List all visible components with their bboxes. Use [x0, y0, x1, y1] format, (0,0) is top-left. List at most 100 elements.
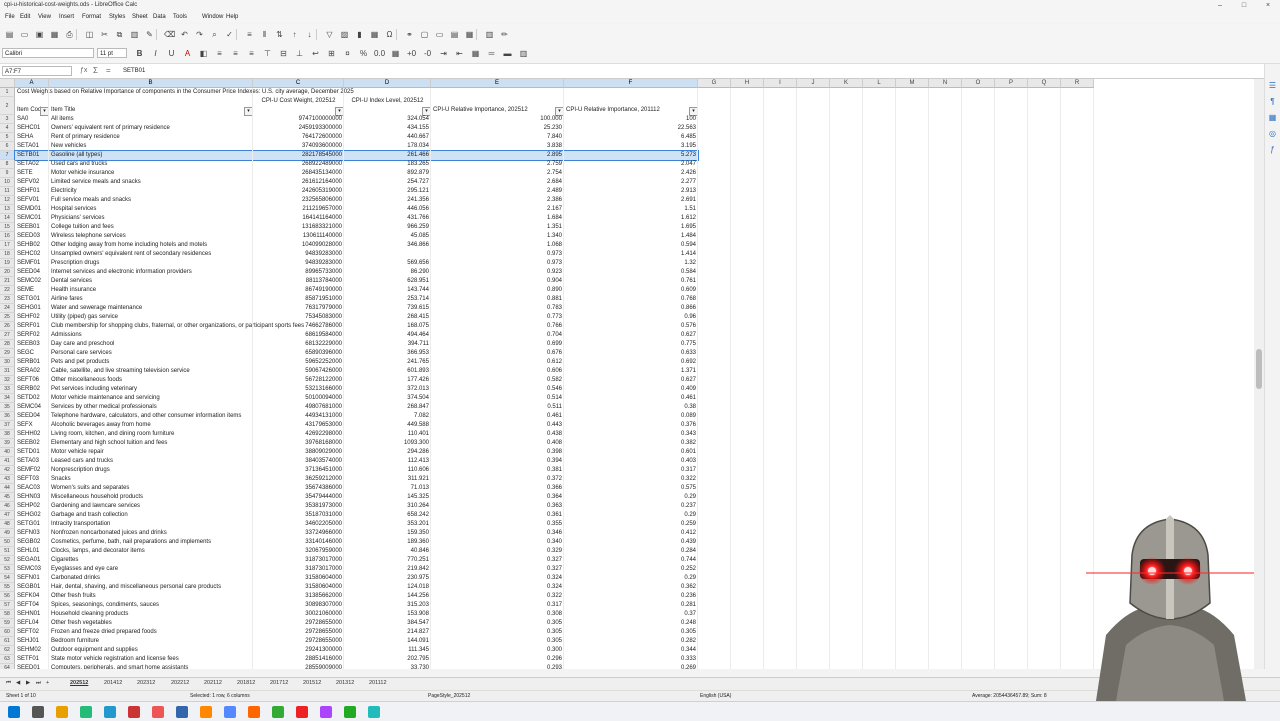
row-icon[interactable]: ≡ — [244, 29, 255, 40]
data-cell[interactable]: Unsampled owners' equivalent rent of sec… — [49, 250, 253, 259]
data-cell[interactable]: 0.744 — [564, 556, 698, 565]
data-cell[interactable]: Cigarettes — [49, 556, 253, 565]
data-cell[interactable]: 45.085 — [344, 232, 431, 241]
sheet-tab-201712[interactable]: 201712 — [270, 680, 288, 686]
row-header[interactable]: 7 — [0, 151, 15, 160]
data-cell[interactable]: 311.921 — [344, 475, 431, 484]
functions-icon[interactable]: ƒ — [1267, 144, 1278, 155]
data-cell[interactable]: Nonfrozen noncarbonated juices and drink… — [49, 529, 253, 538]
data-cell[interactable]: SEHC02 — [15, 250, 49, 259]
app-icon[interactable] — [320, 706, 332, 718]
data-cell[interactable]: Other miscellaneous foods — [49, 376, 253, 385]
data-cell[interactable]: 0.37 — [564, 610, 698, 619]
menu-sheet[interactable]: Sheet — [132, 14, 148, 20]
data-cell[interactable]: 282178545000 — [253, 151, 344, 160]
data-cell[interactable]: 346.866 — [344, 241, 431, 250]
data-cell[interactable]: 268.847 — [344, 403, 431, 412]
data-cell[interactable]: SEEB02 — [15, 439, 49, 448]
data-cell[interactable]: 2.759 — [431, 160, 564, 169]
data-cell[interactable]: 0.327 — [431, 556, 564, 565]
data-cell[interactable]: 32067959000 — [253, 547, 344, 556]
data-cell[interactable]: SETG01 — [15, 520, 49, 529]
data-cell[interactable]: Intracity transportation — [49, 520, 253, 529]
pivot-icon[interactable]: ▦ — [369, 29, 380, 40]
data-cell[interactable]: State motor vehicle registration and lic… — [49, 655, 253, 664]
data-cell[interactable]: 76317979000 — [253, 304, 344, 313]
data-cell[interactable]: SEEB01 — [15, 223, 49, 232]
data-cell[interactable]: SERA02 — [15, 367, 49, 376]
brave-icon[interactable] — [176, 706, 188, 718]
data-cell[interactable]: SEHC01 — [15, 124, 49, 133]
row-header[interactable]: 34 — [0, 394, 15, 403]
data-cell[interactable]: 268.415 — [344, 313, 431, 322]
row-header[interactable]: 3 — [0, 115, 15, 124]
data-cell[interactable]: SEFT04 — [15, 601, 49, 610]
data-cell[interactable]: 0.305 — [564, 628, 698, 637]
data-cell[interactable]: Motor vehicle maintenance and servicing — [49, 394, 253, 403]
data-cell[interactable]: 33140146000 — [253, 538, 344, 547]
data-cell[interactable]: 2.277 — [564, 178, 698, 187]
data-cell[interactable]: Pets and pet products — [49, 358, 253, 367]
spreadsheet-grid[interactable]: A B C D E F G H I J K L M N O P Q R 1 Cost Weights based on… — [0, 79, 1254, 669]
data-cell[interactable]: New vehicles — [49, 142, 253, 151]
sheet-tab-201512[interactable]: 201512 — [303, 680, 321, 686]
menu-data[interactable]: Data — [153, 14, 166, 20]
data-cell[interactable]: 494.464 — [344, 331, 431, 340]
data-cell[interactable]: 1.414 — [564, 250, 698, 259]
data-cell[interactable]: Pet services including veterinary — [49, 385, 253, 394]
row-header[interactable]: 41 — [0, 457, 15, 466]
row-header[interactable]: 47 — [0, 511, 15, 520]
menu-help[interactable]: Help — [226, 14, 238, 20]
column-header-j[interactable]: J — [797, 79, 830, 88]
data-cell[interactable]: Club membership for shopping clubs, frat… — [49, 322, 304, 331]
row-header[interactable]: 43 — [0, 475, 15, 484]
sheet-tab-201112[interactable]: 201112 — [369, 680, 387, 686]
data-cell[interactable]: Cosmetics, perfume, bath, nail preparati… — [49, 538, 253, 547]
data-cell[interactable]: SETA02 — [15, 160, 49, 169]
column-header-cell[interactable]: CPI-U Relative Importance, 201112 — [564, 106, 698, 115]
data-cell[interactable]: SEFV01 — [15, 196, 49, 205]
close-button[interactable]: × — [1259, 1, 1277, 10]
column-header-i[interactable]: I — [764, 79, 797, 88]
data-cell[interactable]: 0.305 — [431, 619, 564, 628]
percent-icon[interactable]: % — [358, 48, 369, 59]
data-cell[interactable]: 30898307000 — [253, 601, 344, 610]
data-cell[interactable]: 74662786000 — [253, 322, 344, 331]
vscode-icon[interactable] — [152, 706, 164, 718]
data-cell[interactable]: 38403574000 — [253, 457, 344, 466]
row-header[interactable]: 63 — [0, 655, 15, 664]
row-header[interactable]: 35 — [0, 403, 15, 412]
data-cell[interactable]: 0.923 — [431, 268, 564, 277]
data-cell[interactable]: 0.633 — [564, 349, 698, 358]
sheet-tab-201312[interactable]: 201312 — [336, 680, 354, 686]
data-cell[interactable]: 230.975 — [344, 574, 431, 583]
data-cell[interactable]: 0.973 — [431, 250, 564, 259]
data-cell[interactable]: 261.466 — [344, 151, 431, 160]
data-cell[interactable]: 0.904 — [431, 277, 564, 286]
column-header-c[interactable]: C — [253, 79, 344, 88]
data-cell[interactable]: Eyeglasses and eye care — [49, 565, 253, 574]
data-cell[interactable]: Computers, peripherals, and smart home a… — [49, 664, 253, 669]
data-cell[interactable]: 1.684 — [431, 214, 564, 223]
data-cell[interactable]: Frozen and freeze dried prepared foods — [49, 628, 253, 637]
data-cell[interactable]: 242605319000 — [253, 187, 344, 196]
data-cell[interactable]: 764172600000 — [253, 133, 344, 142]
row-header[interactable]: 18 — [0, 250, 15, 259]
data-cell[interactable]: 0.768 — [564, 295, 698, 304]
data-cell[interactable]: 3.195 — [564, 142, 698, 151]
data-cell[interactable]: 0.511 — [431, 403, 564, 412]
column-header-q[interactable]: Q — [1028, 79, 1061, 88]
column-header-m[interactable]: M — [896, 79, 929, 88]
data-cell[interactable]: SEHG01 — [15, 304, 49, 313]
menu-format[interactable]: Format — [82, 14, 101, 20]
data-cell[interactable]: 1.068 — [431, 241, 564, 250]
data-cell[interactable]: 0.409 — [564, 385, 698, 394]
data-cell[interactable]: 28559009000 — [253, 664, 344, 669]
row-header[interactable]: 24 — [0, 304, 15, 313]
data-cell[interactable]: 0.412 — [564, 529, 698, 538]
data-cell[interactable]: 39768168000 — [253, 439, 344, 448]
data-cell[interactable]: SEFN01 — [15, 574, 49, 583]
align-center-icon[interactable]: ≡ — [230, 48, 241, 59]
row-header[interactable]: 20 — [0, 268, 15, 277]
menu-tools[interactable]: Tools — [173, 14, 187, 20]
